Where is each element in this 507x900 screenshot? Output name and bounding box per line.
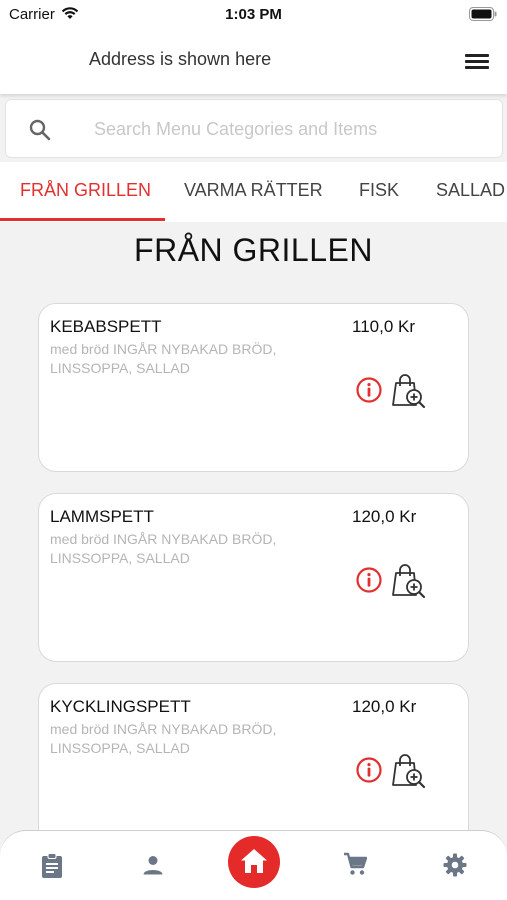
address-label[interactable]: Address is shown here [89, 49, 271, 70]
tab-varma-ratter[interactable]: VARMA RÄTTER [184, 180, 323, 201]
settings-icon[interactable] [443, 853, 467, 882]
search-icon [29, 119, 51, 146]
info-icon[interactable] [355, 566, 383, 599]
active-tab-indicator [0, 218, 165, 221]
section-title: FRÅN GRILLEN [134, 232, 373, 268]
menu-item-card[interactable]: LAMMSPETT med bröd INGÅR NYBAKAD BRÖD, L… [38, 493, 469, 662]
home-icon [241, 849, 267, 873]
category-tabs: FRÅN GRILLEN VARMA RÄTTER FISK SALLAD [0, 162, 507, 222]
search-bar [5, 99, 503, 158]
menu-item-card[interactable]: KYCKLINGSPETT med bröd INGÅR NYBAKAD BRÖ… [38, 683, 469, 852]
add-to-bag-icon[interactable] [390, 373, 428, 414]
item-price: 110,0 Kr [352, 317, 416, 336]
home-button[interactable] [228, 836, 280, 888]
item-name: KEBABSPETT [50, 317, 162, 336]
tab-fisk[interactable]: FISK [359, 180, 399, 201]
item-name: KYCKLINGSPETT [50, 697, 191, 716]
item-description: med bröd INGÅR NYBAKAD BRÖD, LINSSOPPA, … [50, 721, 277, 756]
cart-icon[interactable] [343, 852, 368, 881]
orders-icon[interactable] [41, 853, 63, 884]
battery-icon [469, 7, 497, 26]
tab-fran-grillen[interactable]: FRÅN GRILLEN [20, 180, 151, 201]
add-to-bag-icon[interactable] [390, 753, 428, 794]
item-name: LAMMSPETT [50, 507, 154, 526]
menu-item-card[interactable]: KEBABSPETT med bröd INGÅR NYBAKAD BRÖD, … [38, 303, 469, 472]
search-input[interactable] [94, 114, 484, 144]
profile-icon[interactable] [143, 855, 163, 880]
status-time: 1:03 PM [225, 6, 282, 23]
item-description: med bröd INGÅR NYBAKAD BRÖD, LINSSOPPA, … [50, 341, 277, 376]
info-icon[interactable] [355, 756, 383, 789]
item-description: med bröd INGÅR NYBAKAD BRÖD, LINSSOPPA, … [50, 531, 277, 566]
hamburger-menu-button[interactable] [460, 47, 494, 75]
item-price: 120,0 Kr [352, 507, 417, 526]
info-icon[interactable] [355, 376, 383, 409]
tab-sallad[interactable]: SALLAD [436, 180, 505, 201]
item-price: 120,0 Kr [352, 697, 417, 716]
status-bar: Carrier 1:03 PM [0, 0, 507, 30]
app-header: Address is shown here [0, 30, 507, 94]
add-to-bag-icon[interactable] [390, 563, 428, 604]
